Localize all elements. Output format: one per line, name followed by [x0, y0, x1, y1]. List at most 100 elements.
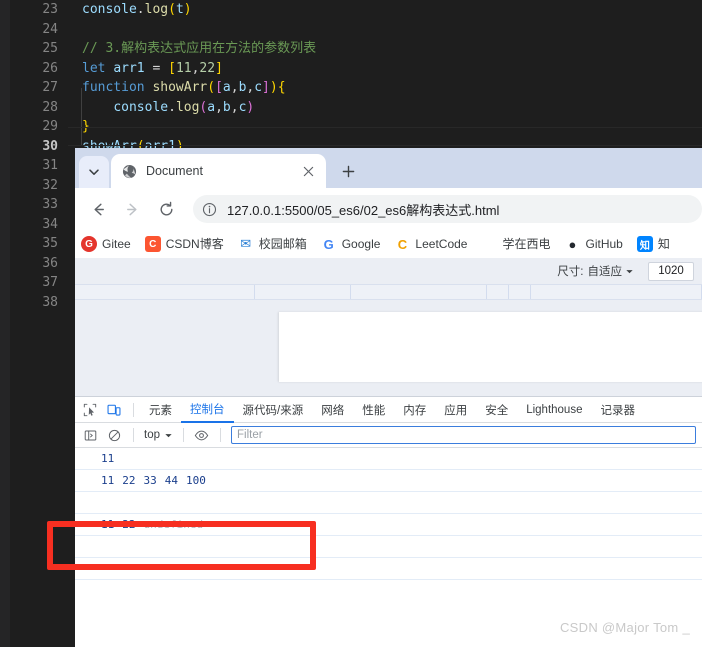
devtools-tab-安全[interactable]: 安全 — [476, 397, 517, 423]
code-line: function showArr([a,b,c]){ — [68, 78, 702, 98]
toolbar-divider — [133, 428, 134, 442]
device-toolbar: 尺寸: 自适应 1020 — [75, 258, 702, 284]
browser-toolbar: 127.0.0.1:5500/05_es6/02_es6解构表达式.html — [75, 188, 702, 230]
devtools-tab-控制台[interactable]: 控制台 — [181, 397, 234, 423]
line-number: 27 — [42, 80, 58, 95]
line-number: 33 — [42, 197, 58, 212]
line-number: 23 — [42, 2, 58, 17]
code-token: a — [207, 99, 216, 115]
bookmark-item[interactable]: C LeetCode — [394, 236, 468, 252]
bookmark-item[interactable]: 知知 — [636, 236, 670, 252]
google-icon: G — [323, 236, 334, 252]
devtools-tab-源代码/来源[interactable]: 源代码/来源 — [234, 397, 313, 423]
devtools-tab-bar: 元素 控制台 源代码/来源 网络 性能 内存 应用 安全 Lighthouse 记录器 — [75, 397, 702, 423]
line-number: 35 — [42, 236, 58, 251]
line-number: 29 — [42, 119, 58, 134]
console-value: 22 — [122, 518, 136, 531]
bookmark-item[interactable]: ✉ 校园邮箱 — [238, 236, 307, 252]
back-button[interactable] — [83, 194, 113, 224]
device-size-select[interactable]: 尺寸: 自适应 — [557, 263, 634, 279]
line-number: 37 — [42, 275, 58, 290]
close-icon[interactable] — [300, 163, 316, 179]
address-bar[interactable]: 127.0.0.1:5500/05_es6/02_es6解构表达式.html — [193, 195, 702, 223]
code-token: . — [136, 2, 145, 17]
device-ruler[interactable] — [75, 284, 702, 300]
devtools-tab-网络[interactable]: 网络 — [312, 397, 353, 423]
inspect-cursor-icon[interactable] — [79, 399, 101, 421]
code-token: ] — [215, 60, 223, 76]
code-token: console — [82, 2, 137, 17]
line-number: 31 — [42, 158, 58, 173]
console-log-row — [75, 492, 702, 514]
plus-icon — [342, 165, 354, 177]
current-line-highlight — [68, 127, 702, 146]
bookmark-item[interactable]: 学在西电 — [481, 236, 550, 252]
browser-tab[interactable]: Document — [111, 154, 326, 188]
bookmark-label: 校园邮箱 — [258, 237, 307, 251]
tab-title: Document — [146, 164, 203, 178]
devtools-tab-Lighthouse[interactable]: Lighthouse — [517, 397, 591, 423]
devtools-tab-应用[interactable]: 应用 — [435, 397, 476, 423]
code-token: ] — [262, 80, 270, 95]
devtools-tab-记录器[interactable]: 记录器 — [591, 397, 644, 423]
devtools-tab-内存[interactable]: 内存 — [394, 397, 435, 423]
chrome-browser-window: Document 127.0.0.1:5500/05_es6/02_es6解构表… — [75, 148, 702, 647]
code-token: showArr — [152, 80, 208, 95]
execution-context-selector[interactable]: top — [140, 429, 177, 441]
bookmark-label: 知 — [657, 237, 670, 251]
line-number: 34 — [42, 216, 58, 232]
console-sidebar-icon[interactable] — [79, 424, 101, 446]
code-token: console — [113, 99, 169, 115]
devtools-tab-元素[interactable]: 元素 — [140, 397, 181, 423]
live-expression-icon[interactable] — [190, 424, 212, 446]
csdn-watermark: CSDN @Major Tom _ — [559, 620, 690, 635]
tab-strip: Document — [75, 148, 702, 188]
editor-left-strip — [0, 0, 10, 647]
new-tab-button[interactable] — [334, 157, 362, 185]
line-number: 26 — [42, 60, 58, 76]
chevron-down-icon — [89, 169, 99, 175]
execution-context-value: top — [144, 429, 160, 441]
leetcode-icon: C — [397, 236, 408, 252]
device-width-input[interactable]: 1020 — [648, 261, 694, 281]
code-token: 11 — [175, 60, 192, 76]
code-token: , — [230, 80, 239, 95]
bookmark-item[interactable]: C CSDN博客 — [144, 236, 224, 252]
console-value: 33 — [143, 474, 157, 487]
line-number: 28 — [42, 99, 58, 115]
console-value: 11 — [101, 518, 115, 531]
line-number: 38 — [42, 294, 58, 310]
code-token: . — [168, 99, 176, 115]
info-circle-icon[interactable] — [197, 197, 221, 221]
forward-button[interactable] — [117, 194, 147, 224]
line-number: 30 — [42, 138, 58, 154]
console-toolbar: top Filter — [75, 423, 702, 448]
code-token: [ — [168, 60, 176, 76]
screenshot-root: 23 24 25 26 27 28 29 30 31 32 33 34 35 36 37 38 console… — [0, 0, 702, 647]
console-filter-input[interactable]: Filter — [231, 426, 696, 444]
page-viewport[interactable] — [279, 312, 702, 382]
console-log-row: 11 22 33 44 100 — [75, 470, 702, 492]
code-line: console.log(t) — [68, 0, 702, 20]
tab-search-button[interactable] — [79, 156, 109, 188]
console-value: 11 — [101, 474, 115, 487]
devtools-tab-性能[interactable]: 性能 — [353, 397, 394, 423]
code-token: // 3.解构表达式应用在方法的参数列表 — [82, 41, 317, 56]
bookmark-item[interactable]: G Gitee — [81, 236, 131, 252]
code-token: log — [144, 2, 169, 17]
code-line: // 3.解构表达式应用在方法的参数列表 — [68, 39, 702, 59]
bookmark-label: Gitee — [102, 237, 131, 251]
code-token: log — [175, 99, 200, 115]
code-token: a — [222, 80, 231, 95]
toolbar-divider — [133, 402, 134, 417]
code-token: ) — [269, 80, 278, 95]
clear-console-icon[interactable] — [103, 424, 125, 446]
bookmark-item[interactable]: G Google — [321, 236, 381, 252]
device-toolbar-icon[interactable] — [103, 399, 125, 421]
reload-button[interactable] — [151, 194, 181, 224]
bookmark-label: 学在西电 — [502, 237, 551, 251]
bookmark-item[interactable]: ● GitHub — [564, 236, 623, 252]
console-value: undefined — [143, 518, 204, 531]
